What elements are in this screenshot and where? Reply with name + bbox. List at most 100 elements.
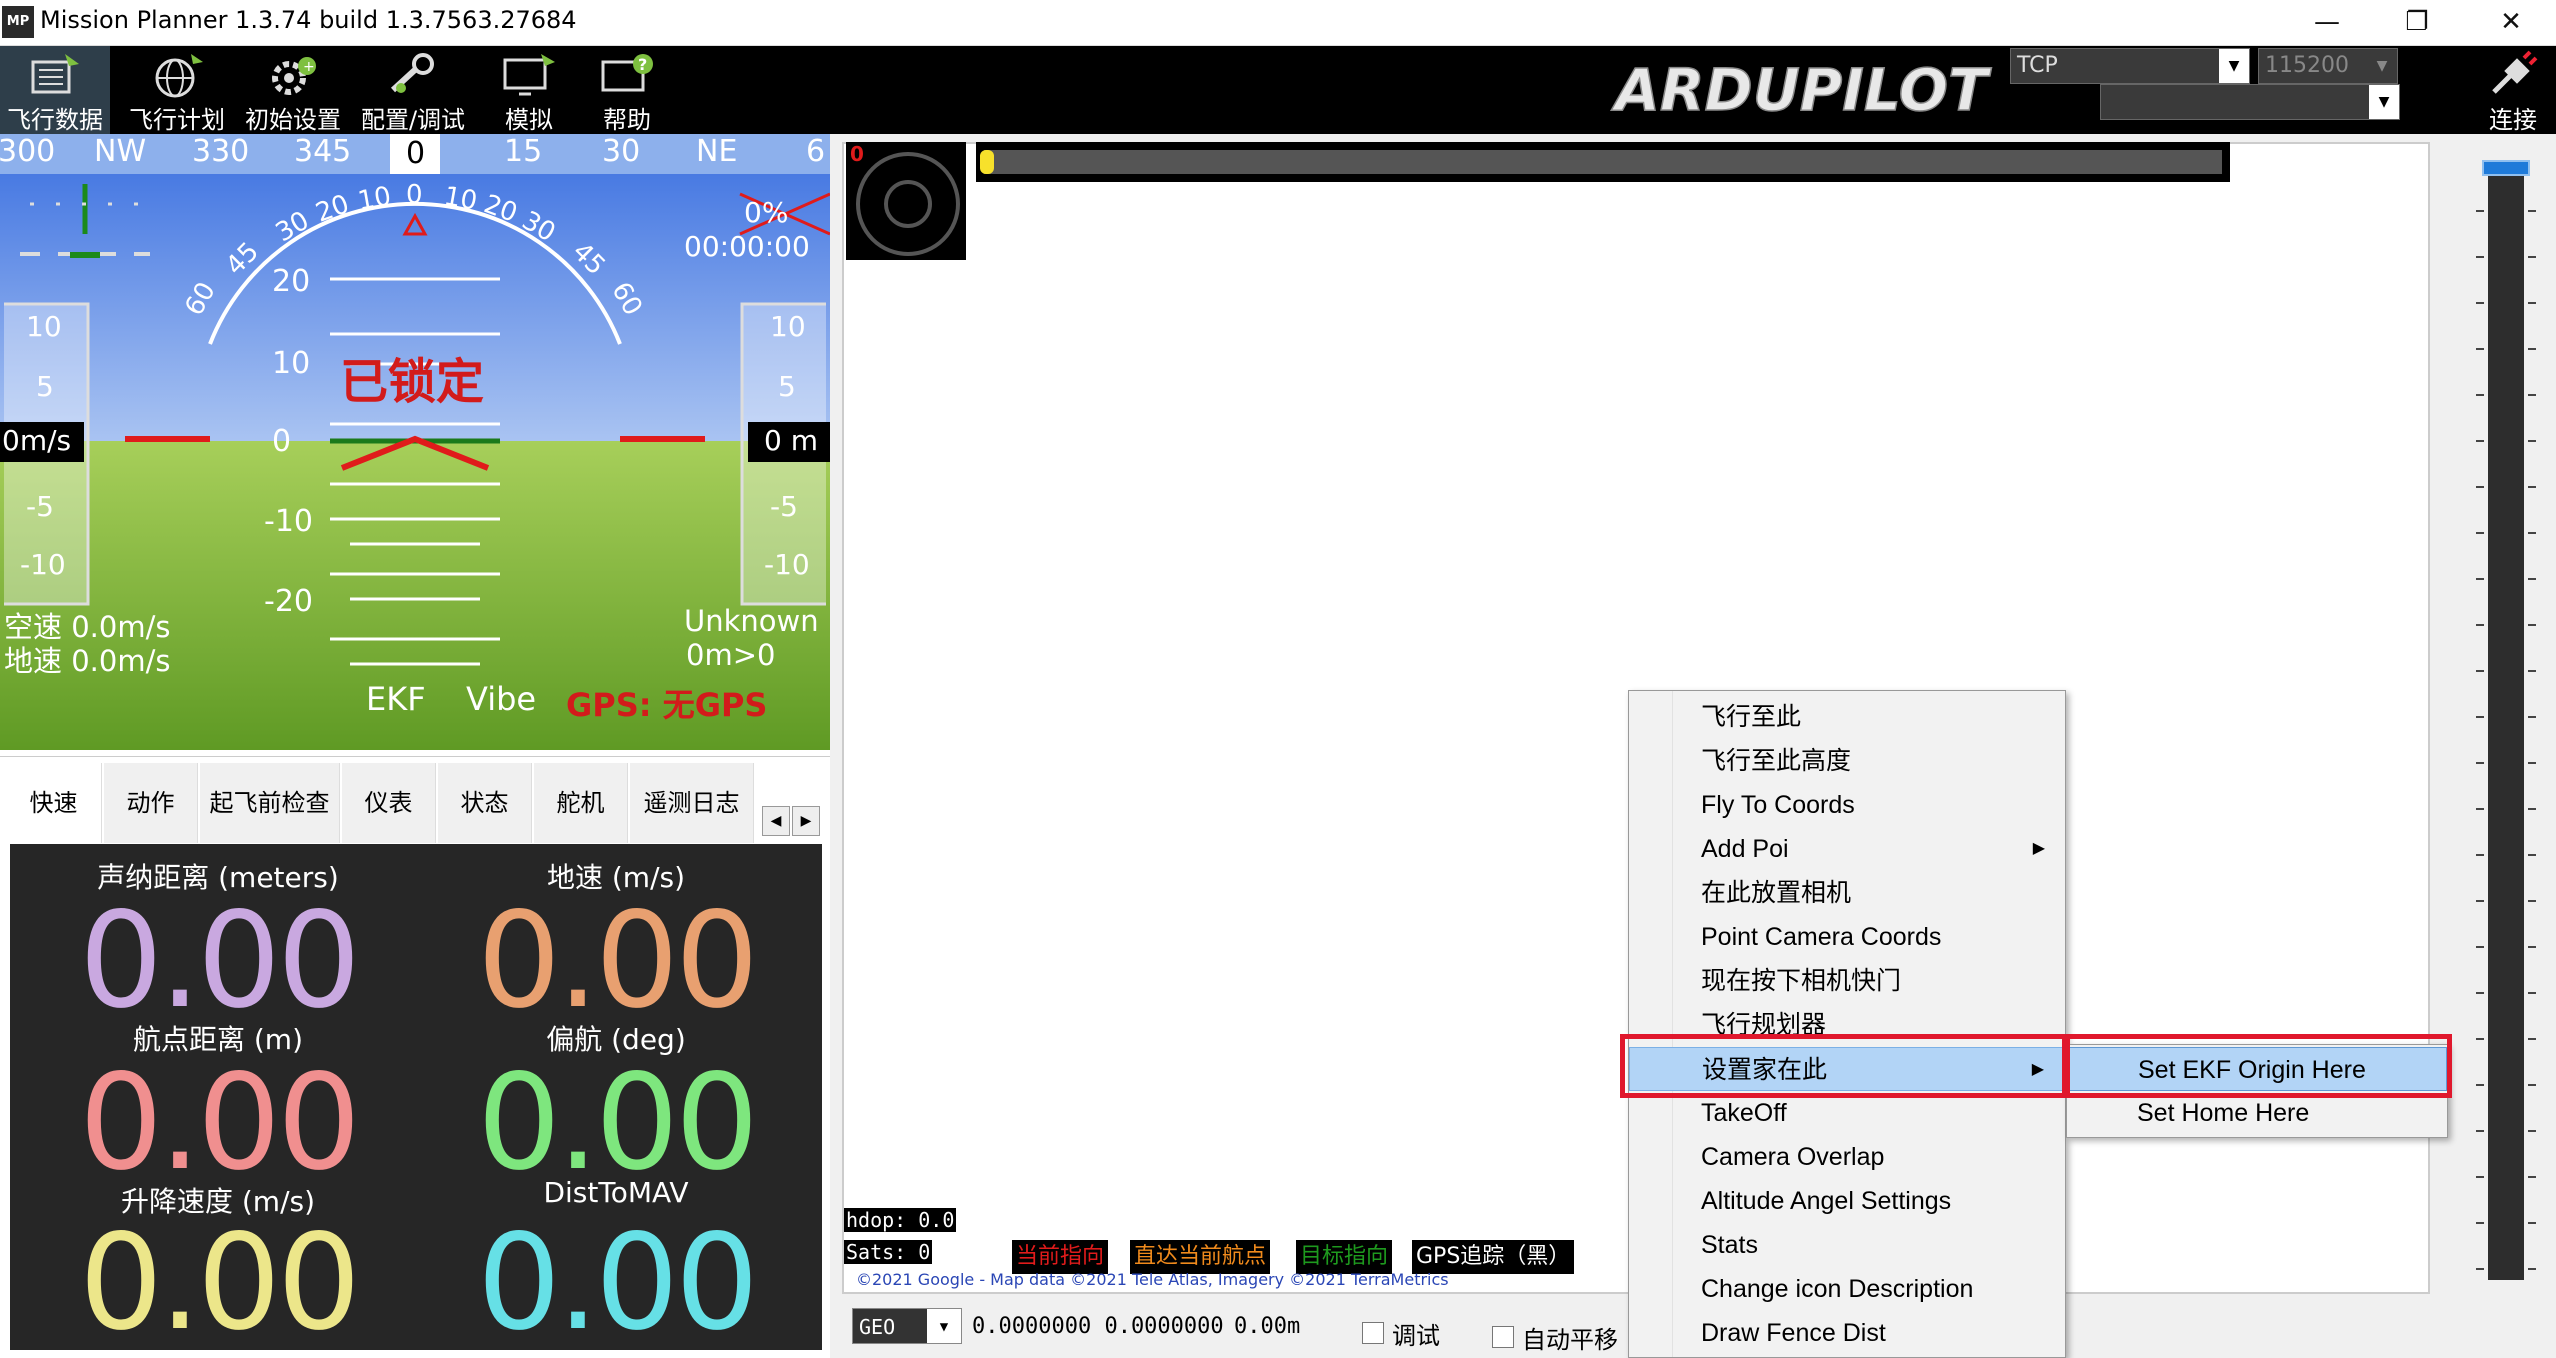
port-select[interactable]: TCP ▼ — [2010, 48, 2250, 84]
armed-status: 已锁定 — [340, 354, 485, 410]
window-title: Mission Planner 1.3.74 build 1.3.7563.27… — [40, 6, 577, 34]
chevron-down-icon: ▼ — [2219, 49, 2249, 83]
quick-value: 0.00 — [477, 884, 759, 1038]
heading-tick: 300 — [0, 134, 56, 169]
tab-scroll-right[interactable]: ▶ — [792, 806, 820, 836]
altitude-tick — [2528, 1268, 2536, 1270]
altitude-tick — [2476, 624, 2484, 626]
restore-button[interactable]: ❐ — [2372, 0, 2462, 46]
tab-telemetry-logs[interactable]: 遥测日志 — [630, 763, 754, 843]
menu-item-fly-here-alt[interactable]: 飞行至此高度 — [1629, 739, 2065, 783]
close-button[interactable]: ✕ — [2466, 0, 2556, 46]
hud-display: 300 NW 330 345 0 15 30 NE 6 60 45 30 20 … — [0, 134, 830, 750]
menu-item-altitude-angel[interactable]: Altitude Angel Settings — [1629, 1179, 2065, 1223]
menu-item-fly-to-coords[interactable]: Fly To Coords — [1629, 783, 2065, 827]
quick-value: 0.00 — [477, 1206, 759, 1358]
menu-item-change-icon-desc[interactable]: Change icon Description — [1629, 1267, 2065, 1311]
chevron-down-icon: ▼ — [927, 1309, 961, 1343]
menu-label: TakeOff — [1701, 1099, 1787, 1127]
title-bar: MP Mission Planner 1.3.74 build 1.3.7563… — [0, 0, 2556, 46]
vibe-status[interactable]: Vibe — [466, 680, 536, 718]
debug-checkbox[interactable] — [1362, 1322, 1384, 1344]
altitude-tick — [2528, 808, 2536, 810]
toolbar-flight-plan[interactable]: 飞行计划 — [122, 46, 232, 134]
menu-item-draw-fence-dist[interactable]: Draw Fence Dist — [1629, 1311, 2065, 1355]
menu-item-stats[interactable]: Stats — [1629, 1223, 2065, 1267]
wrench-icon — [390, 53, 434, 93]
menu-label: 飞行至此高度 — [1701, 747, 1852, 775]
menu-item-add-poi[interactable]: Add Poi ▶ — [1629, 827, 2065, 871]
ekf-status[interactable]: EKF — [366, 680, 426, 718]
flight-timer: 00:00:00 — [684, 230, 810, 263]
quick-panel: 声纳距离 (meters) 0.00 地速 (m/s) 0.00 航点距离 (m… — [10, 844, 822, 1358]
menu-item-trigger-camera[interactable]: 现在按下相机快门 — [1629, 959, 2065, 1003]
map-copyright: ©2021 Google - Map data ©2021 Tele Atlas… — [856, 1270, 1449, 1289]
sats-readout: Sats: 0 — [844, 1240, 933, 1264]
altitude-tick — [2528, 1038, 2536, 1040]
progress-marker — [980, 150, 994, 174]
port-value: TCP — [2017, 53, 2058, 78]
quick-value: 0.00 — [79, 884, 361, 1038]
battery-percent: 0% — [744, 196, 789, 229]
altitude-tick — [2476, 486, 2484, 488]
debug-label: 调试 — [1392, 1322, 1440, 1350]
minimize-button[interactable]: — — [2282, 0, 2372, 46]
altitude-tick — [2476, 210, 2484, 212]
speed-scale-tick: -10 — [20, 548, 66, 581]
highlight-box — [2062, 1034, 2452, 1098]
menu-label: Altitude Angel Settings — [1701, 1187, 1952, 1215]
altitude-tick — [2476, 578, 2484, 580]
menu-label: Draw Fence Dist — [1701, 1319, 1886, 1347]
menu-item-fly-here[interactable]: 飞行至此 — [1629, 695, 2065, 739]
tab-servo[interactable]: 舵机 — [534, 763, 628, 843]
toolbar-initial-setup[interactable]: + 初始设置 — [238, 46, 348, 134]
altitude-knob[interactable] — [2482, 160, 2530, 176]
altitude-tick — [2528, 1176, 2536, 1178]
menu-label: Add Poi — [1701, 835, 1789, 863]
altitude-slider[interactable] — [2468, 150, 2548, 1280]
menu-label: 现在按下相机快门 — [1701, 967, 1902, 995]
toolbar-help[interactable]: ? 帮助 — [572, 46, 682, 134]
toolbar-flight-data[interactable]: 飞行数据 — [0, 46, 110, 134]
altitude-tick — [2476, 256, 2484, 258]
baud-select[interactable]: 115200 ▼ — [2258, 48, 2398, 84]
altitude-tick — [2528, 1084, 2536, 1086]
pitch-label: 20 — [272, 264, 311, 299]
autopan-checkbox[interactable] — [1492, 1326, 1514, 1348]
roll-label: 10 — [441, 181, 480, 217]
tab-quick[interactable]: 快速 — [6, 763, 102, 843]
gps-status: GPS: 无GPS — [566, 686, 768, 724]
projection-select[interactable]: GEO ▼ — [852, 1308, 962, 1344]
toolbar-simulation[interactable]: 模拟 — [474, 46, 584, 134]
chevron-down-icon: ▼ — [2367, 49, 2397, 83]
heading-tick: NW — [94, 134, 147, 169]
heading-tick: 6 — [806, 134, 826, 169]
altitude-tick — [2528, 624, 2536, 626]
submenu-arrow-icon: ▶ — [2032, 840, 2045, 857]
altitude-tick — [2476, 1222, 2484, 1224]
roll-label: 0 — [406, 180, 423, 210]
toolbar-config-tuning[interactable]: 配置/调试 — [358, 46, 468, 134]
tab-actions[interactable]: 动作 — [104, 763, 198, 843]
tab-preflight[interactable]: 起飞前检查 — [200, 763, 340, 843]
menu-item-place-camera[interactable]: 在此放置相机 — [1629, 871, 2065, 915]
altitude-tick — [2476, 302, 2484, 304]
heading-tick: 345 — [294, 134, 352, 169]
altitude-tick — [2476, 348, 2484, 350]
connect-button[interactable]: 连接 — [2470, 46, 2556, 134]
pitch-label: -20 — [264, 584, 313, 619]
profile-select[interactable]: ▼ — [2100, 84, 2400, 120]
map-context-menu: 飞行至此 飞行至此高度 Fly To Coords Add Poi ▶ 在此放置相… — [1628, 690, 2066, 1358]
tab-scroll-left[interactable]: ◀ — [762, 806, 790, 836]
menu-item-point-camera[interactable]: Point Camera Coords — [1629, 915, 2065, 959]
altitude-tick — [2476, 716, 2484, 718]
heading-tick: 330 — [192, 134, 250, 169]
alt-scale-tick: 5 — [778, 370, 796, 403]
tab-status[interactable]: 状态 — [438, 763, 532, 843]
menu-item-camera-overlap[interactable]: Camera Overlap — [1629, 1135, 2065, 1179]
help-icon: ? — [601, 54, 653, 92]
speed-scale-tick: 5 — [36, 370, 54, 403]
alt-scale-tick: -5 — [770, 490, 798, 523]
altitude-tick — [2476, 992, 2484, 994]
tab-gauges[interactable]: 仪表 — [342, 763, 436, 843]
